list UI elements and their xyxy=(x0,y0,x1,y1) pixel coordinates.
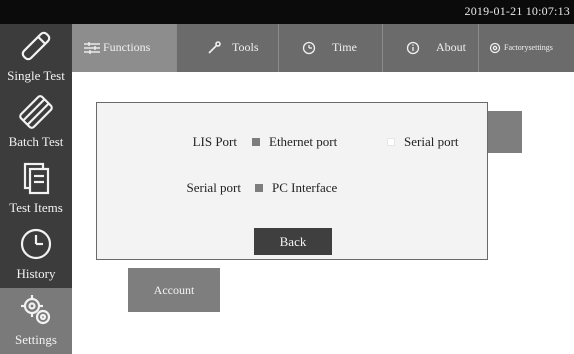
ethernet-port-radio[interactable] xyxy=(252,138,260,146)
tab-label: Tools xyxy=(232,40,259,54)
batch-test-tubes-icon xyxy=(19,95,53,129)
datetime-display: 2019-01-21 10:07:13 xyxy=(464,4,570,18)
sidebar-item-label: Test Items xyxy=(9,200,63,215)
tab-label: About xyxy=(436,40,466,54)
sidebar-item-label: Batch Test xyxy=(8,134,64,149)
documents-icon xyxy=(23,162,50,195)
serial-port-label: Serial port xyxy=(186,180,241,195)
serial-port-radio[interactable] xyxy=(387,138,395,146)
back-button[interactable]: Back xyxy=(254,228,332,255)
tab-label: Time xyxy=(332,40,357,54)
sidebar-item-label: Settings xyxy=(15,332,57,347)
sliders-icon xyxy=(84,42,100,54)
account-button-label: Account xyxy=(153,283,195,297)
back-button-label: Back xyxy=(279,234,307,249)
pc-interface-radio[interactable] xyxy=(255,184,263,192)
tab-functions[interactable]: Functions xyxy=(72,24,177,72)
sidebar-item-test-items[interactable]: Test Items xyxy=(0,156,72,222)
account-button[interactable]: Account xyxy=(128,268,220,312)
pc-interface-label[interactable]: PC Interface xyxy=(272,180,337,196)
lis-port-dialog: LIS Port Ethernet port Serial port Seria… xyxy=(96,102,488,260)
sidebar-item-settings[interactable]: Settings xyxy=(0,288,72,354)
serial-port-option-label[interactable]: Serial port xyxy=(404,134,459,150)
status-bar: 2019-01-21 10:07:13 xyxy=(0,0,574,24)
clock-icon xyxy=(20,228,52,260)
tab-factorysettings[interactable]: Factorysettings xyxy=(478,24,574,72)
sidebar-item-single-test[interactable]: Single Test xyxy=(0,24,72,90)
info-icon xyxy=(406,41,420,55)
sidebar-item-batch-test[interactable]: Batch Test xyxy=(0,90,72,156)
tab-tools[interactable]: Tools xyxy=(176,24,279,72)
sidebar-item-label: History xyxy=(16,266,56,281)
sidebar-item-label: Single Test xyxy=(7,68,65,83)
sidebar-item-history[interactable]: History xyxy=(0,222,72,288)
tab-about[interactable]: About xyxy=(382,24,479,72)
tab-label: Functions xyxy=(103,40,151,54)
gear-icon xyxy=(489,42,501,54)
test-tube-icon xyxy=(21,31,51,61)
lis-port-label: LIS Port xyxy=(192,134,237,149)
tab-label: Factorysettings xyxy=(504,43,553,52)
top-navigation: Functions Tools Time About Factorysettin… xyxy=(72,24,574,72)
gears-icon xyxy=(21,295,51,325)
clock-icon xyxy=(302,41,316,55)
ethernet-port-label[interactable]: Ethernet port xyxy=(269,134,337,150)
tab-time[interactable]: Time xyxy=(278,24,383,72)
wrench-icon xyxy=(208,41,221,54)
sidebar: Single Test Batch Test Test Items Histor… xyxy=(0,24,72,354)
